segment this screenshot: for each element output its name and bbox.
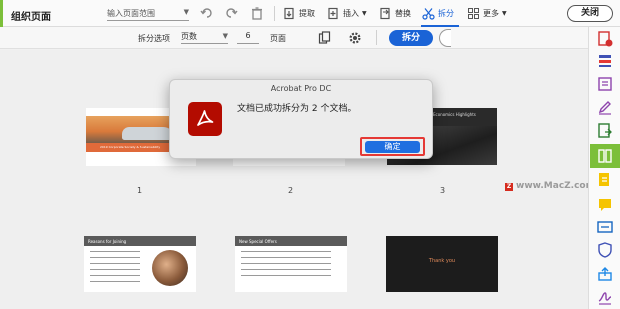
export-pdf-icon[interactable] xyxy=(597,123,613,139)
extract-label: 提取 xyxy=(299,8,315,18)
insert-icon xyxy=(328,7,338,19)
edit-pen-icon[interactable] xyxy=(597,99,613,115)
split-mode-select[interactable]: 页数 ▼ xyxy=(181,31,228,44)
page-number: 3 xyxy=(440,186,446,195)
thumbnail-heading: Thank you xyxy=(428,258,456,264)
thumbnail-text-lines xyxy=(90,251,140,285)
thumbnail-title-bar: New Special Offers xyxy=(235,236,347,246)
combine-files-icon[interactable] xyxy=(597,53,613,69)
scissors-icon xyxy=(422,7,435,20)
page-number: 2 xyxy=(288,186,294,195)
trash-icon[interactable] xyxy=(250,6,264,20)
gear-icon[interactable] xyxy=(348,31,362,45)
acrobat-logo-icon xyxy=(188,102,222,136)
ok-button-highlight: 确定 xyxy=(360,137,425,156)
replace-label: 替换 xyxy=(395,8,411,18)
more-label: 更多 xyxy=(483,8,499,18)
share-upload-icon[interactable] xyxy=(597,266,613,282)
page-thumbnail[interactable]: Thank you xyxy=(386,236,498,292)
thumbnail-car-shape xyxy=(122,127,174,140)
organize-list-icon[interactable] xyxy=(597,76,613,92)
thumbnail-heading: New Special Offers xyxy=(239,239,277,244)
split-tool-label: 拆分 xyxy=(438,8,454,18)
signature-icon[interactable] xyxy=(597,289,613,305)
split-tool-button[interactable]: 拆分 xyxy=(422,5,454,21)
create-pdf-icon[interactable] xyxy=(597,31,613,47)
close-button[interactable]: 关闭 xyxy=(567,5,613,22)
chevron-down-icon: ▼ xyxy=(222,32,228,40)
dialog-message: 文档已成功拆分为 2 个文档。 xyxy=(237,104,357,114)
tool-color-strip xyxy=(0,0,3,27)
split-mode-value: 页数 xyxy=(181,32,197,41)
split-button[interactable]: 拆分 xyxy=(389,30,433,46)
chevron-down-icon: ▼ xyxy=(502,9,507,17)
insert-label: 插入 xyxy=(343,8,359,18)
ok-button[interactable]: 确定 xyxy=(365,141,420,153)
thumbnail-heading: Economics Highlights xyxy=(433,112,476,117)
thumbnail-text-lines xyxy=(241,251,331,281)
right-tools-rail xyxy=(588,27,620,309)
extract-icon xyxy=(284,7,294,19)
copy-pages-icon[interactable] xyxy=(318,31,331,44)
alert-dialog: Acrobat Pro DC 文档已成功拆分为 2 个文档。 确定 xyxy=(169,79,433,159)
chevron-down-icon: ▼ xyxy=(362,9,367,17)
toggle-control[interactable] xyxy=(439,29,451,47)
page-range-input[interactable]: 输入页面范围 ▼ xyxy=(107,6,189,21)
rotate-right-icon[interactable] xyxy=(224,6,238,20)
page-number: 1 xyxy=(137,186,143,195)
toolbar-divider xyxy=(376,30,377,45)
scan-ocr-icon[interactable] xyxy=(597,172,613,188)
page-thumbnail[interactable]: New Special Offers xyxy=(235,236,347,292)
replace-icon xyxy=(380,7,390,19)
split-options-bar: 拆分选项 页数 ▼ 6 页面 拆分 xyxy=(0,27,588,49)
fill-sign-icon[interactable] xyxy=(597,219,613,235)
more-icon xyxy=(468,7,479,19)
comment-icon[interactable] xyxy=(597,197,613,213)
insert-button[interactable]: 插入 ▼ xyxy=(327,5,367,21)
organize-pages-icon[interactable] xyxy=(597,148,613,164)
page-count-input[interactable]: 6 xyxy=(237,31,259,44)
shield-icon[interactable] xyxy=(597,242,613,258)
page-range-placeholder: 输入页面范围 xyxy=(107,9,155,18)
thumbnail-title-bar: Reasons for Joining xyxy=(84,236,196,246)
watermark-text: www.MacZ.com xyxy=(516,181,595,191)
top-toolbar: 组织页面 输入页面范围 ▼ 提取 插入 ▼ 替换 拆分 更多 ▼ 关闭 xyxy=(0,0,620,27)
acrobat-swirl-icon xyxy=(197,110,214,126)
chevron-down-icon[interactable]: ▼ xyxy=(184,8,189,16)
thumbnail-heading: Reasons for Joining xyxy=(88,239,127,244)
page-title: 组织页面 xyxy=(11,12,51,23)
page-thumbnail[interactable]: Reasons for Joining xyxy=(84,236,196,292)
dialog-title: Acrobat Pro DC xyxy=(270,84,332,93)
watermark-logo-icon: Z xyxy=(505,183,513,191)
replace-button[interactable]: 替换 xyxy=(379,5,411,21)
toolbar-divider xyxy=(274,6,275,21)
page-unit-label: 页面 xyxy=(270,34,286,43)
more-button[interactable]: 更多 ▼ xyxy=(467,5,507,21)
extract-button[interactable]: 提取 xyxy=(283,5,315,21)
rotate-left-icon[interactable] xyxy=(200,6,214,20)
thumbnail-photo xyxy=(152,250,188,286)
thumbnail-heading: 2019 Corporate Society & Sustainability xyxy=(100,145,161,149)
split-options-label: 拆分选项 xyxy=(138,34,170,43)
